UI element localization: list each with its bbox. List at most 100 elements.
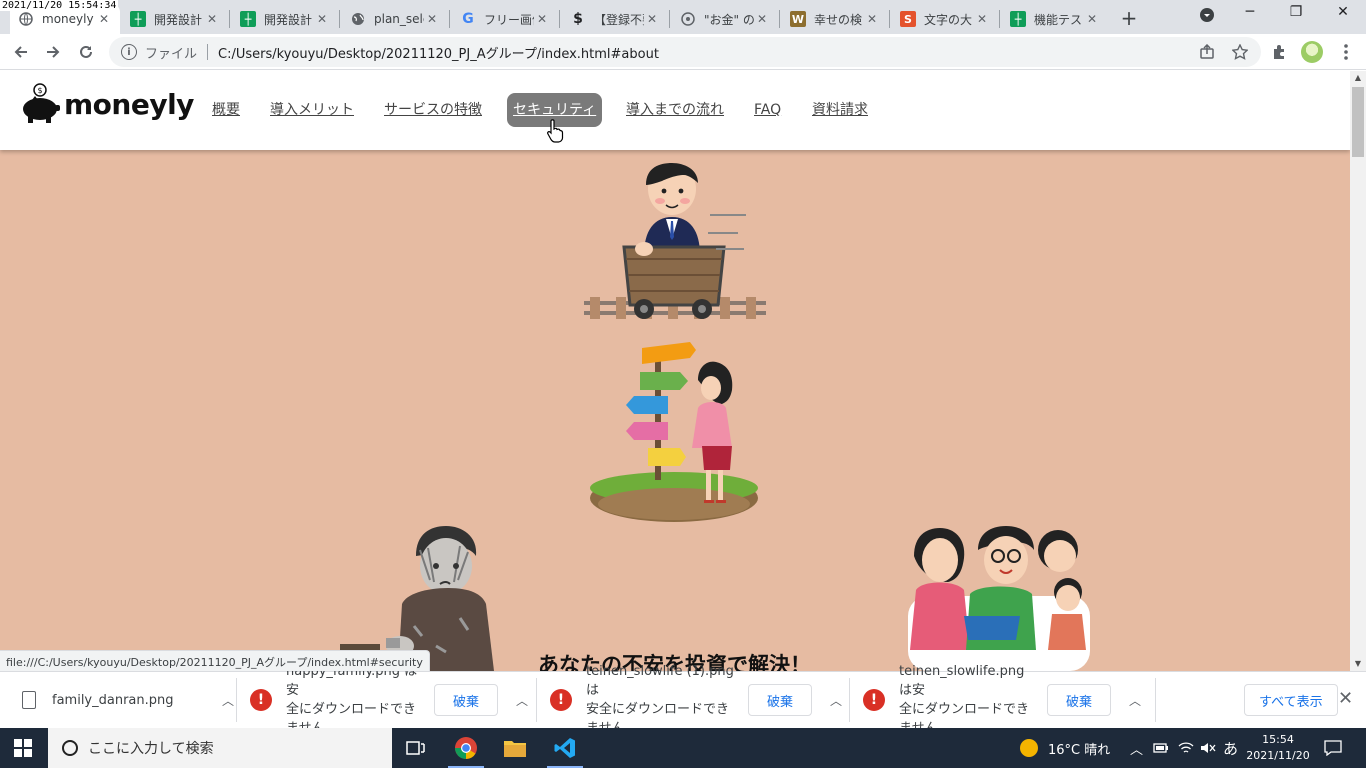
tab-happiness[interactable]: W 幸せの検 ✕: [782, 4, 888, 34]
taskbar-search-input[interactable]: ここに入力して検索: [48, 728, 392, 768]
tab-no-registration[interactable]: $ 【登録不要 ✕: [562, 4, 668, 34]
hand-pointer-icon: [547, 119, 564, 143]
close-icon[interactable]: ✕: [644, 12, 660, 26]
nav-request-docs[interactable]: 資料請求: [806, 93, 874, 127]
volume-muted-icon[interactable]: [1200, 728, 1216, 768]
discard-button[interactable]: 破棄: [1047, 684, 1112, 716]
discard-button[interactable]: 破棄: [748, 684, 813, 716]
weather-text: 16°C 晴れ: [1048, 742, 1111, 758]
discard-button[interactable]: 破棄: [434, 684, 499, 716]
scroll-down-arrow[interactable]: ▼: [1350, 657, 1366, 671]
close-icon[interactable]: ✕: [1338, 688, 1353, 709]
download-warning-line: teinen_slowlife.png は安: [899, 664, 1025, 698]
tab-plan-select[interactable]: plan_sele ✕: [342, 4, 448, 34]
scroll-thumb[interactable]: [1352, 87, 1364, 157]
tab-free-images[interactable]: G フリー画像 ✕: [452, 4, 558, 34]
show-all-downloads-button[interactable]: すべて表示: [1244, 684, 1338, 716]
nav-faq[interactable]: FAQ: [748, 93, 787, 127]
ime-indicator[interactable]: あ: [1223, 728, 1238, 768]
search-icon: [62, 740, 78, 756]
close-icon[interactable]: ✕: [534, 12, 550, 26]
tab-function-test[interactable]: ┼ 機能テス ✕: [1002, 4, 1108, 34]
chevron-up-icon[interactable]: ︿: [826, 692, 846, 709]
tab-separator: [559, 10, 560, 28]
tab-sheets-1[interactable]: ┼ 開発設計 ✕: [122, 4, 228, 34]
chrome-icon[interactable]: [442, 728, 490, 768]
chevron-down-icon: [1200, 8, 1214, 22]
close-icon[interactable]: ✕: [204, 12, 220, 26]
tab-title: "お金" の: [704, 12, 754, 27]
new-tab-button[interactable]: +: [1119, 6, 1139, 30]
tray-overflow-icon[interactable]: ︿: [1130, 728, 1143, 768]
vscode-icon[interactable]: [541, 728, 589, 768]
tab-money[interactable]: "お金" の ✕: [672, 4, 778, 34]
kebab-menu-icon: [1344, 44, 1348, 60]
chevron-up-icon[interactable]: ︿: [512, 692, 532, 709]
tab-search-button[interactable]: [1197, 7, 1217, 27]
close-icon[interactable]: ✕: [864, 12, 880, 26]
nav-features[interactable]: サービスの特徴: [378, 93, 488, 127]
battery-icon[interactable]: [1153, 728, 1169, 768]
clock-date: 2021/11/20: [1246, 749, 1310, 762]
tab-separator: [229, 10, 230, 28]
divider: [207, 44, 209, 60]
tab-title: plan_sele: [374, 12, 424, 26]
file-explorer-icon[interactable]: [491, 728, 539, 768]
divider: [536, 678, 537, 722]
nav-flow[interactable]: 導入までの流れ: [620, 93, 730, 127]
windows-start-icon[interactable]: [14, 739, 32, 757]
forward-button[interactable]: [42, 41, 64, 63]
close-icon[interactable]: ✕: [1084, 12, 1100, 26]
divider: [1155, 678, 1156, 722]
close-window-button[interactable]: ✕: [1333, 4, 1353, 20]
clock-time: 15:54: [1262, 733, 1294, 746]
reload-button[interactable]: [75, 41, 97, 63]
tab-separator: [999, 10, 1000, 28]
status-bar: file:///C:/Users/kyouyu/Desktop/20211120…: [0, 650, 430, 671]
share-icon: [1200, 44, 1214, 59]
wifi-icon[interactable]: [1178, 728, 1194, 768]
chevron-up-icon[interactable]: ︿: [218, 692, 238, 709]
site-logo[interactable]: $ moneyly: [20, 83, 194, 125]
weather-widget[interactable]: 16°C 晴れ: [1020, 728, 1110, 768]
extensions-button[interactable]: [1268, 41, 1290, 63]
close-icon[interactable]: ✕: [974, 12, 990, 26]
task-view-icon[interactable]: [392, 728, 440, 768]
close-icon[interactable]: ✕: [754, 12, 770, 26]
download-item[interactable]: ! teinen_slowlife.png は安 全にダウンロードできません 破…: [863, 664, 1145, 736]
minimize-button[interactable]: ─: [1240, 4, 1260, 20]
tab-title: moneyly: [42, 12, 94, 26]
star-icon: [1232, 44, 1248, 60]
menu-button[interactable]: [1335, 41, 1357, 63]
share-button[interactable]: [1196, 41, 1218, 63]
download-warning-text: teinen_slowlife (1).png は 安全にダウンロードできません: [586, 662, 740, 738]
scroll-up-arrow[interactable]: ▲: [1350, 71, 1366, 85]
tab-font-size[interactable]: S 文字の大 ✕: [892, 4, 998, 34]
woman-signpost-illustration: [590, 342, 758, 522]
taskbar-clock[interactable]: 15:54 2021/11/20: [1246, 732, 1310, 764]
chevron-up-icon[interactable]: ︿: [1125, 692, 1145, 709]
globe-icon: [350, 11, 366, 27]
download-item[interactable]: ! happy_family.png は安 全にダウンロードできません 破棄 ︿: [250, 664, 532, 736]
profile-avatar[interactable]: [1301, 41, 1323, 63]
nav-overview[interactable]: 概要: [206, 93, 246, 127]
bookmark-button[interactable]: [1229, 41, 1251, 63]
close-icon[interactable]: ✕: [314, 12, 330, 26]
download-item[interactable]: family_danran.png ︿: [22, 680, 238, 720]
warning-icon: !: [863, 689, 885, 711]
warning-icon: !: [250, 689, 272, 711]
close-icon[interactable]: ✕: [424, 12, 440, 26]
close-icon[interactable]: ✕: [96, 12, 112, 26]
page-scrollbar[interactable]: ▲ ▼: [1350, 71, 1366, 671]
notification-icon[interactable]: [1324, 728, 1342, 768]
nav-merits[interactable]: 導入メリット: [264, 93, 360, 127]
info-icon[interactable]: i: [121, 44, 137, 60]
address-bar[interactable]: i ファイル C:/Users/kyouyu/Desktop/20211120_…: [109, 37, 1261, 67]
address-url[interactable]: C:/Users/kyouyu/Desktop/20211120_PJ_Aグルー…: [218, 43, 659, 62]
tab-title: 【登録不要: [594, 12, 644, 27]
restore-button[interactable]: ❐: [1286, 4, 1306, 20]
download-item[interactable]: ! teinen_slowlife (1).png は 安全にダウンロードできま…: [550, 664, 846, 736]
browser-toolbar: i ファイル C:/Users/kyouyu/Desktop/20211120_…: [0, 34, 1366, 70]
back-button[interactable]: [10, 41, 32, 63]
tab-sheets-2[interactable]: ┼ 開発設計 ✕: [232, 4, 338, 34]
